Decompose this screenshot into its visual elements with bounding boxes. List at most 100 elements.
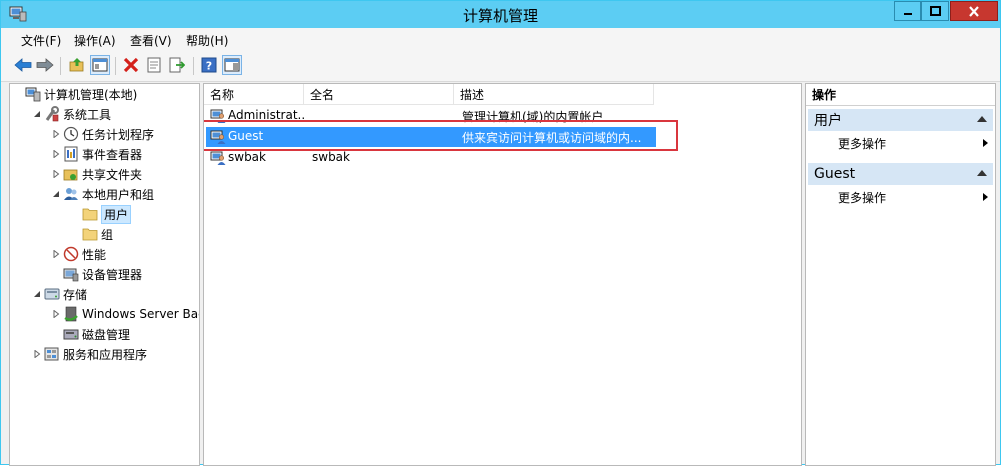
tree-item[interactable]: 存储 [10,284,87,304]
table-row[interactable]: swbak swbak [206,148,656,168]
forward-icon [36,58,54,72]
tree-item-label: 服务和应用程序 [63,347,148,362]
tree-item[interactable]: 性能 [10,244,106,264]
tree-item-label: 本地用户和组 [82,187,155,202]
svg-text:?: ? [206,60,212,73]
properties-button[interactable] [144,55,164,75]
forward-button[interactable] [35,55,55,75]
expanded-arrow-icon[interactable] [31,290,43,298]
folder-icon [81,226,98,242]
user-icon [210,150,226,166]
tree-item-label: 系统工具 [63,107,112,122]
tree-item[interactable]: 设备管理器 [10,264,142,284]
tree-item[interactable]: 组 [10,224,113,244]
collapsed-arrow-icon[interactable] [50,170,62,178]
local-users-groups-icon [62,186,79,202]
menu-view[interactable]: 查看(V) [130,32,172,49]
tree-item[interactable]: 计算机管理(本地) [10,84,137,104]
actions-section-users[interactable]: 用户 [808,109,993,131]
tree-item-label: 共享文件夹 [82,167,143,182]
show-hide-action-pane-icon [224,58,240,72]
disk-management-icon [62,326,79,342]
tree-item-label: 任务计划程序 [82,127,155,142]
tree-item[interactable]: Windows Server Back [10,304,199,324]
highlight-box [204,120,678,151]
expanded-arrow-icon[interactable] [31,110,43,118]
tree-item[interactable]: 磁盘管理 [10,324,130,344]
tree-item[interactable]: 事件查看器 [10,144,142,164]
tree-item[interactable]: 共享文件夹 [10,164,142,184]
users-list-pane: 名称 全名 描述 Administrat... 管理计算机(域)的内置帐户 Gues… [203,83,802,466]
system-tools-icon [43,106,60,122]
actions-section-guest[interactable]: Guest [808,163,993,185]
export-list-button[interactable] [167,55,187,75]
close-button[interactable] [950,1,998,21]
up-folder-icon [69,58,84,72]
help-button[interactable]: ? [199,55,219,75]
tree-item[interactable]: 服务和应用程序 [10,344,147,364]
show-hide-console-tree-icon [92,58,108,72]
show-hide-console-tree-button[interactable] [90,55,110,75]
minimize-icon [903,13,912,15]
column-header-description[interactable]: 描述 [454,84,654,104]
event-viewer-icon [62,146,79,162]
collapsed-arrow-icon[interactable] [31,350,43,358]
tree-item-label: 存储 [63,287,88,302]
column-header-name[interactable]: 名称 [204,84,304,104]
export-list-icon [169,57,185,73]
tree-item[interactable]: 任务计划程序 [10,124,154,144]
tree-item-label: 性能 [82,247,107,262]
tree-item-label: 磁盘管理 [82,327,131,342]
folder-icon [81,206,98,222]
menu-help[interactable]: 帮助(H) [186,32,228,49]
toolbar-separator [60,57,61,75]
column-header-fullname[interactable]: 全名 [304,84,454,104]
collapse-arrow-icon [977,116,987,122]
shared-folders-icon [62,166,79,182]
tree-item-label: 设备管理器 [82,267,143,282]
more-actions-item[interactable]: 更多操作 [838,188,988,206]
submenu-arrow-icon [983,139,988,147]
menu-file[interactable]: 文件(F) [21,32,61,49]
maximize-button[interactable] [921,1,949,21]
toolbar-separator [193,57,194,75]
collapsed-arrow-icon[interactable] [50,150,62,158]
tree-item-label: 事件查看器 [82,147,143,162]
delete-icon [123,57,139,73]
expanded-arrow-icon[interactable] [50,190,62,198]
services-applications-icon [43,346,60,362]
collapsed-arrow-icon[interactable] [50,130,62,138]
minimize-button[interactable] [894,1,921,21]
tree-item-label: 计算机管理(本地) [44,87,138,102]
more-actions-label: 更多操作 [838,136,887,151]
header-divider [204,104,654,105]
actions-section-label: 用户 [814,113,842,129]
computer-management-window: 计算机管理 文件(F) 操作(A) 查看(V) 帮助(H) ? 计算机管理(本地… [0,0,1001,466]
back-button[interactable] [13,55,33,75]
menu-action[interactable]: 操作(A) [74,32,116,49]
windows-server-backup-icon [62,306,79,322]
title-bar[interactable]: 计算机管理 [1,1,1000,28]
computer-management-icon [24,86,41,102]
help-icon: ? [201,57,217,73]
delete-button[interactable] [121,55,141,75]
user-name-cell: swbak [228,150,266,164]
console-tree-pane: 计算机管理(本地) 系统工具任务计划程序 事件查看器共享文件夹本地用户和组用户组性能… [9,83,200,466]
tree-item[interactable]: 系统工具 [10,104,111,124]
more-actions-item[interactable]: 更多操作 [838,134,988,152]
user-fullname-cell: swbak [312,150,350,164]
back-icon [14,58,32,72]
collapsed-arrow-icon[interactable] [50,250,62,258]
toolbar: ? [1,50,1000,82]
close-icon [969,5,979,17]
maximize-icon [929,6,941,16]
collapsed-arrow-icon[interactable] [50,310,62,318]
submenu-arrow-icon [983,193,988,201]
more-actions-label: 更多操作 [838,190,887,205]
show-hide-action-pane-button[interactable] [222,55,242,75]
tree-item[interactable]: 本地用户和组 [10,184,154,204]
up-folder-button[interactable] [67,55,87,75]
tree-item-label: 组 [101,227,114,242]
actions-section-label: Guest [814,166,856,182]
tree-item[interactable]: 用户 [10,204,132,224]
